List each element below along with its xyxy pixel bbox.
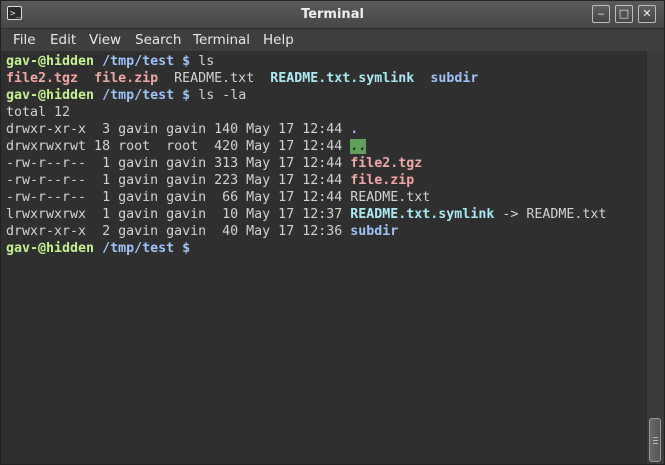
ls-entry: file.zip bbox=[94, 71, 159, 86]
listing-name: subdir bbox=[350, 224, 399, 239]
prompt-user: gav-@hidden bbox=[6, 241, 95, 256]
symlink-target: README.txt bbox=[526, 207, 607, 222]
total-line: total 12 bbox=[6, 104, 606, 121]
ls-entry: subdir bbox=[430, 71, 479, 86]
listing-row: drwxr-xr-x 2 gavin gavin 40 May 17 12:36… bbox=[6, 223, 606, 240]
prompt-user: gav-@hidden bbox=[6, 54, 95, 69]
minimize-button[interactable]: ‒ bbox=[592, 5, 610, 23]
prompt-symbol: $ bbox=[182, 88, 191, 103]
menu-view[interactable]: View bbox=[89, 30, 121, 50]
listing-name: file2.tgz bbox=[350, 156, 423, 171]
listing-row: drwxr-xr-x 3 gavin gavin 140 May 17 12:4… bbox=[6, 121, 606, 138]
maximize-button[interactable]: □ bbox=[615, 5, 633, 23]
listing-meta: lrwxrwxrwx 1 gavin gavin 10 May 17 12:37 bbox=[6, 207, 351, 222]
ls-entry: README.txt bbox=[174, 71, 255, 86]
prompt-line: gav-@hidden /tmp/test $ ls bbox=[6, 53, 606, 70]
terminal-window: >_ Terminal ‒ □ ✕ File Edit View Search … bbox=[0, 0, 665, 465]
listing-meta: drwxrwxrwt 18 root root 420 May 17 12:44 bbox=[6, 139, 351, 154]
listing-name: file.zip bbox=[350, 173, 415, 188]
maximize-icon: □ bbox=[618, 7, 630, 20]
ls-output-line: file2.tgz file.zip README.txt README.txt… bbox=[6, 70, 606, 87]
total-text: total 12 bbox=[6, 105, 71, 120]
listing-meta: drwxr-xr-x 3 gavin gavin 140 May 17 12:4… bbox=[6, 122, 351, 137]
listing-row: lrwxrwxrwx 1 gavin gavin 10 May 17 12:37… bbox=[6, 206, 606, 223]
scrollbar-grip-line bbox=[653, 437, 658, 438]
listing-row: -rw-r--r-- 1 gavin gavin 66 May 17 12:44… bbox=[6, 189, 606, 206]
window-title: Terminal bbox=[301, 7, 364, 22]
prompt-path: /tmp/test bbox=[102, 54, 175, 69]
command-text: ls -la bbox=[198, 88, 247, 103]
scrollbar-grip-line bbox=[653, 440, 658, 441]
symlink-arrow: -> bbox=[502, 207, 519, 222]
title-bar[interactable]: >_ Terminal ‒ □ ✕ bbox=[1, 1, 664, 29]
listing-name: .. bbox=[350, 139, 367, 154]
listing-row: -rw-r--r-- 1 gavin gavin 223 May 17 12:4… bbox=[6, 172, 606, 189]
listing-meta: -rw-r--r-- 1 gavin gavin 66 May 17 12:44 bbox=[6, 190, 351, 205]
listing-meta: drwxr-xr-x 2 gavin gavin 40 May 17 12:36 bbox=[6, 224, 351, 239]
listing-row: drwxrwxrwt 18 root root 420 May 17 12:44… bbox=[6, 138, 606, 155]
listing-name: README.txt bbox=[350, 190, 431, 205]
prompt-user: gav-@hidden bbox=[6, 88, 95, 103]
scrollbar-grip-line bbox=[653, 443, 658, 444]
command-text: ls bbox=[198, 54, 215, 69]
listing-name: README.txt.symlink bbox=[350, 207, 495, 222]
minimize-icon: ‒ bbox=[597, 7, 605, 20]
ls-entry: file2.tgz bbox=[6, 71, 79, 86]
menu-file[interactable]: File bbox=[13, 30, 36, 50]
close-button[interactable]: ✕ bbox=[638, 5, 656, 23]
vertical-scrollbar[interactable] bbox=[646, 51, 664, 464]
menu-help[interactable]: Help bbox=[263, 30, 294, 50]
terminal-lines: gav-@hidden /tmp/test $ ls file2.tgz file… bbox=[6, 53, 606, 257]
scrollbar-thumb[interactable] bbox=[649, 418, 661, 462]
menu-terminal[interactable]: Terminal bbox=[193, 30, 250, 50]
listing-meta: -rw-r--r-- 1 gavin gavin 313 May 17 12:4… bbox=[6, 156, 351, 171]
prompt-path: /tmp/test bbox=[102, 88, 175, 103]
terminal-output-area[interactable]: gav-@hidden /tmp/test $ ls file2.tgz file… bbox=[1, 51, 646, 464]
menu-search[interactable]: Search bbox=[135, 30, 181, 50]
listing-meta: -rw-r--r-- 1 gavin gavin 223 May 17 12:4… bbox=[6, 173, 351, 188]
close-icon: ✕ bbox=[642, 7, 652, 20]
prompt-symbol: $ bbox=[182, 54, 191, 69]
prompt-path: /tmp/test bbox=[102, 241, 175, 256]
menu-bar: File Edit View Search Terminal Help bbox=[1, 29, 664, 51]
menu-edit[interactable]: Edit bbox=[50, 30, 76, 50]
listing-name: . bbox=[350, 122, 359, 137]
ls-entry: README.txt.symlink bbox=[270, 71, 415, 86]
prompt-line: gav-@hidden /tmp/test $ ls -la bbox=[6, 87, 606, 104]
prompt-symbol: $ bbox=[182, 241, 191, 256]
listing-row: -rw-r--r-- 1 gavin gavin 313 May 17 12:4… bbox=[6, 155, 606, 172]
prompt-line: gav-@hidden /tmp/test $ bbox=[6, 240, 606, 257]
